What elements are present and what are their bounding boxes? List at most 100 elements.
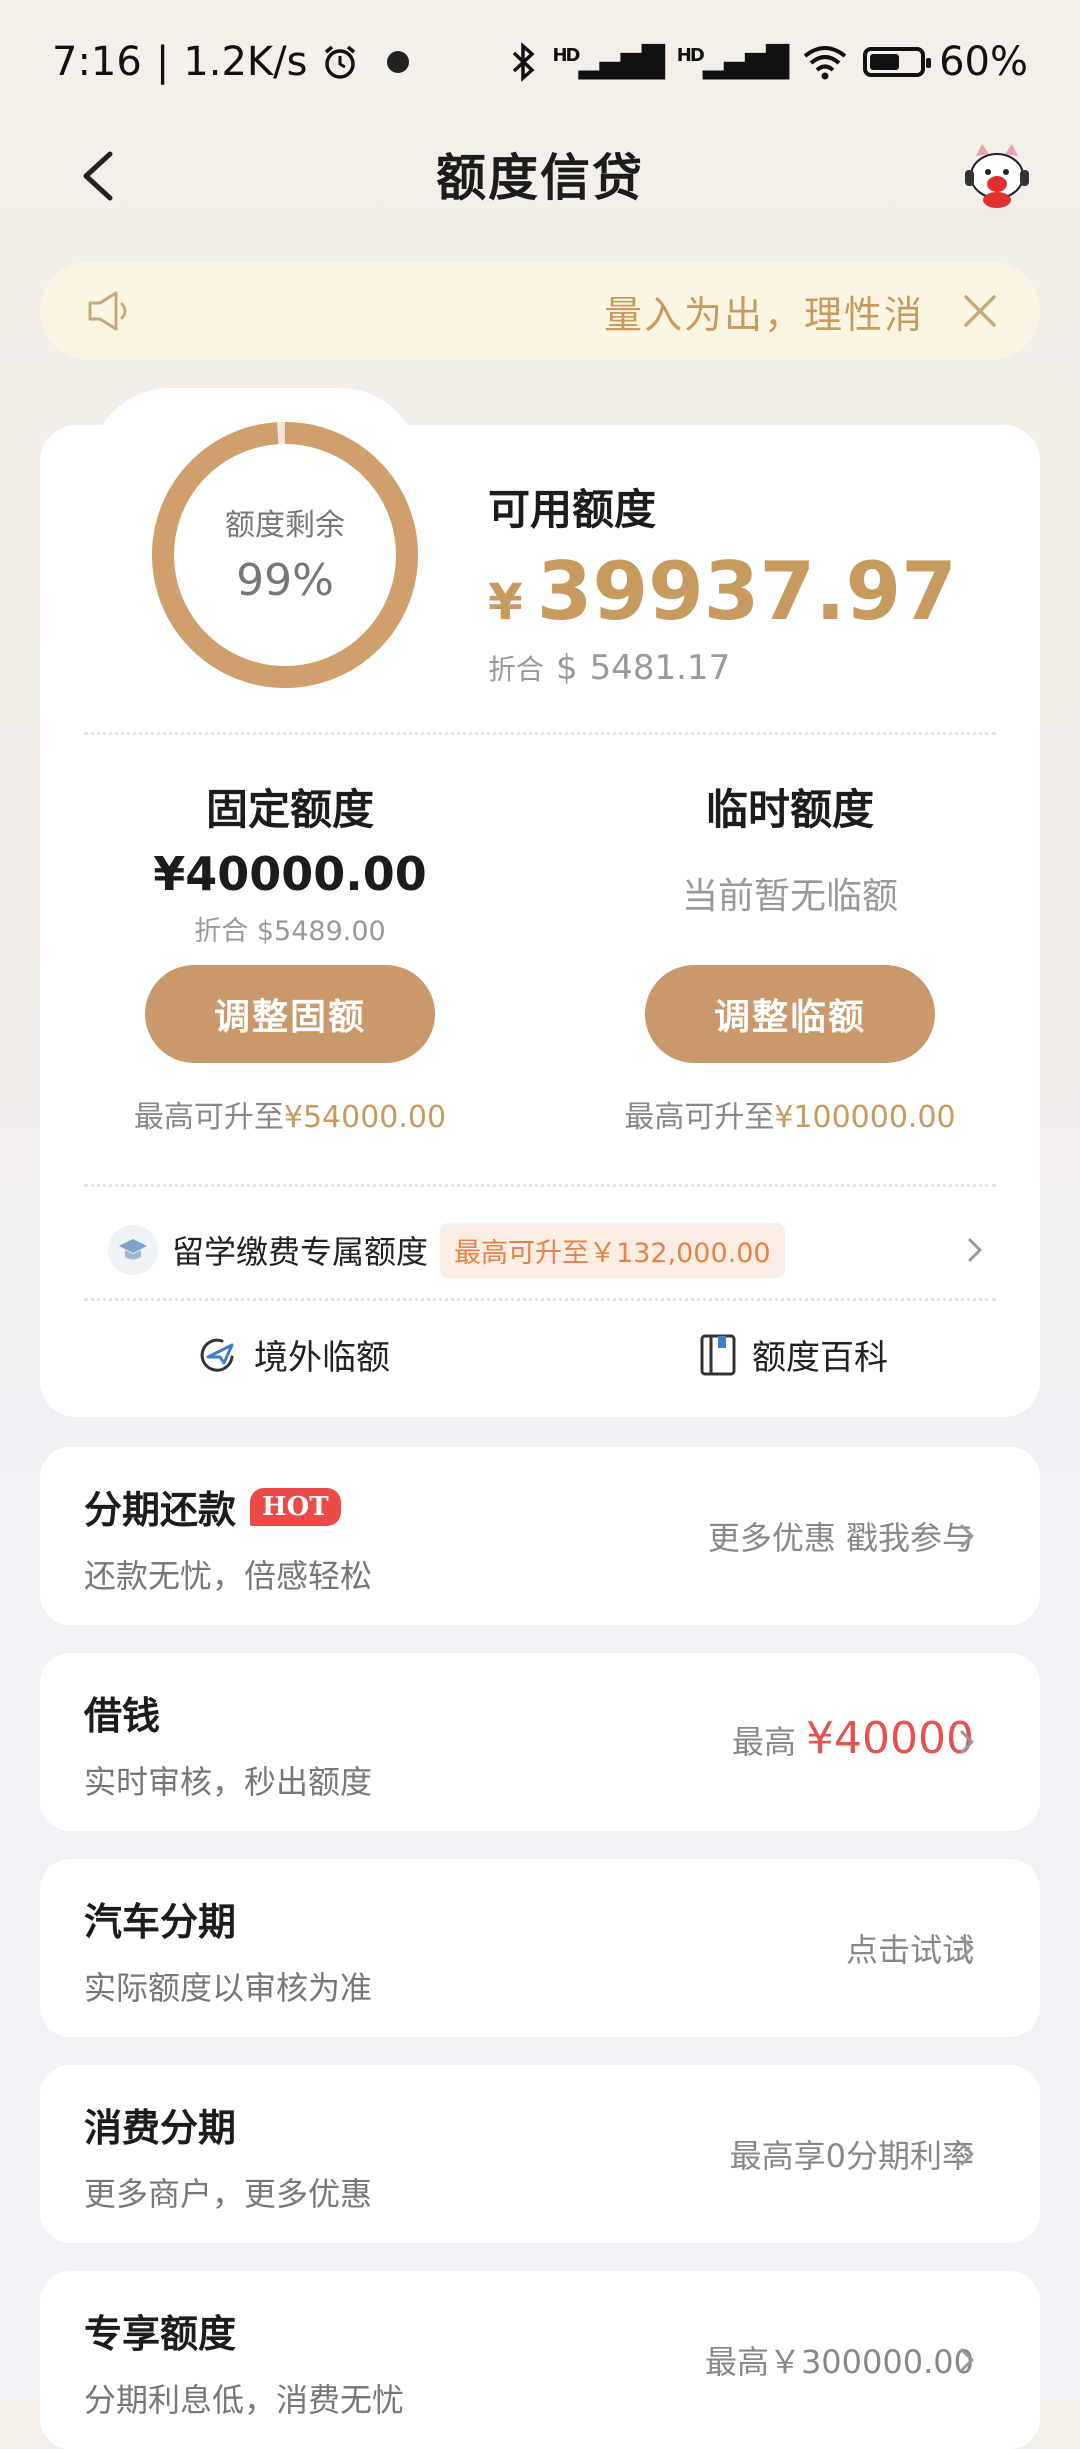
available-credit-title: 可用额度 — [488, 485, 657, 534]
list-item-right-prefix: 最高 — [732, 1723, 797, 1761]
list-item-right-text: 最高 ¥40000 — [732, 1713, 974, 1764]
list-item-title-text: 消费分期 — [84, 2106, 237, 2150]
list-item-right-text: 点击试试 — [846, 1925, 974, 1971]
temp-credit-title: 临时额度 — [705, 785, 874, 834]
available-converted: 折合 $ 5481.17 — [488, 648, 730, 688]
list-item-car-installment[interactable]: 汽车分期 实际额度以审核为准 点击试试 — [40, 1859, 1040, 2037]
signal-hd-label-1: HD — [552, 44, 580, 66]
list-item-subtitle: 实时审核，秒出额度 — [84, 1763, 373, 1801]
list-item-title-text: 分期还款 — [84, 1488, 237, 1532]
list-item-title: 消费分期 — [84, 2097, 236, 2152]
graduation-cap-icon — [108, 1225, 158, 1275]
nav-header: 额度信贷 — [0, 124, 1080, 224]
status-bar: 7:16 | 1.2K/s HD▂▄▆█ HD▂▄▆█ 60% — [0, 0, 1080, 124]
battery-level-fill — [870, 54, 899, 70]
signal-strength-icon-2: HD▂▄▆█ — [676, 44, 789, 80]
list-item-installment-repayment[interactable]: 分期还款 HOT 还款无忧，倍感轻松 更多优惠 戳我参与 — [40, 1447, 1040, 1625]
credit-wiki-link[interactable]: 额度百科 — [698, 1330, 888, 1379]
available-amount-value: 39937.97 — [536, 545, 957, 638]
list-item-right-label: 点击试试 — [845, 1931, 974, 1969]
list-item-subtitle: 实际额度以审核为准 — [84, 1969, 373, 2007]
status-left: 7:16 | 1.2K/s — [52, 39, 410, 85]
status-divider: | — [155, 39, 170, 85]
status-net-speed: 1.2K/s — [183, 39, 308, 85]
temp-max-prefix: 最高可升至 — [624, 1100, 775, 1135]
page-title: 额度信贷 — [436, 149, 644, 207]
overseas-temp-credit-label: 境外临额 — [254, 1338, 390, 1378]
list-item-title-text: 专享额度 — [84, 2312, 237, 2356]
book-icon — [700, 1334, 736, 1375]
list-item-title: 分期还款 HOT — [84, 1479, 341, 1534]
chevron-right-icon — [960, 1936, 974, 1960]
assistant-mascot-icon[interactable] — [962, 140, 1032, 210]
list-item-exclusive-credit[interactable]: 专享额度 分期利息低，消费无忧 最高￥300000.00 — [40, 2271, 1040, 2449]
converted-label: 折合 — [488, 653, 545, 686]
fixed-credit-amount: ¥40000.00 — [153, 847, 427, 901]
list-item-right-text: 最高享0分期利率 — [730, 2131, 974, 2177]
list-item-title: 汽车分期 — [84, 1891, 236, 1946]
temp-max-value: ¥100000.00 — [774, 1100, 956, 1135]
notification-dot-icon — [387, 51, 410, 73]
divider — [84, 1298, 996, 1301]
chevron-right-icon — [960, 2142, 974, 2166]
study-abroad-credit-row[interactable]: 留学缴费专属额度 最高可升至￥132,000.00 — [108, 1222, 988, 1278]
list-item-right-text: 更多优惠 戳我参与 — [708, 1513, 974, 1559]
status-right: HD▂▄▆█ HD▂▄▆█ 60% — [508, 39, 1028, 85]
adjust-fixed-credit-button[interactable]: 调整固额 — [145, 965, 435, 1063]
chevron-right-icon — [968, 1238, 982, 1262]
list-item-title: 借钱 — [84, 1685, 160, 1740]
alarm-icon — [325, 45, 356, 79]
list-item-subtitle: 还款无忧，倍感轻松 — [84, 1557, 373, 1595]
overseas-temp-credit-link[interactable]: 境外临额 — [196, 1330, 390, 1379]
list-item-borrow-money[interactable]: 借钱 实时审核，秒出额度 最高 ¥40000 — [40, 1653, 1040, 1831]
fixed-max-value: ¥54000.00 — [283, 1100, 447, 1135]
notice-banner: 量入为出，理性消 — [40, 262, 1040, 360]
list-item-title: 专享额度 — [84, 2303, 236, 2358]
list-item-right-label: 更多优惠 戳我参与 — [707, 1519, 974, 1557]
chevron-right-icon — [960, 1730, 974, 1754]
battery-icon — [863, 47, 932, 77]
available-credit-amount: ¥ 39937.97 — [488, 545, 957, 638]
divider — [84, 1184, 996, 1187]
list-item-consumer-installment[interactable]: 消费分期 更多商户，更多优惠 最高享0分期利率 — [40, 2065, 1040, 2243]
divider — [84, 732, 996, 735]
list-item-right-text: 最高￥300000.00 — [705, 2337, 974, 2383]
wifi-icon — [803, 46, 847, 80]
list-item-title-text: 汽车分期 — [84, 1900, 237, 1944]
status-time: 7:16 — [52, 39, 142, 85]
list-item-right-label: 最高￥300000.00 — [704, 2343, 974, 2381]
fixed-credit-title: 固定额度 — [205, 785, 374, 834]
converted-currency: $ — [556, 648, 578, 688]
credit-wiki-label: 额度百科 — [752, 1338, 888, 1378]
list-item-title-text: 借钱 — [84, 1694, 161, 1738]
fixed-max-line: 最高可升至¥54000.00 — [70, 1092, 510, 1136]
fixed-max-prefix: 最高可升至 — [133, 1100, 284, 1135]
chevron-right-icon — [960, 2348, 974, 2372]
battery-percent: 60% — [939, 39, 1028, 85]
list-item-subtitle: 更多商户，更多优惠 — [84, 2175, 373, 2213]
plane-globe-icon — [200, 1338, 234, 1372]
bluetooth-icon — [513, 42, 536, 82]
currency-symbol: ¥ — [488, 573, 523, 631]
ring-label: 额度剩余 — [225, 508, 345, 543]
list-item-subtitle: 分期利息低，消费无忧 — [84, 2381, 405, 2419]
hot-badge: HOT — [250, 1487, 341, 1526]
adjust-temp-credit-button[interactable]: 调整临额 — [645, 965, 935, 1063]
back-arrow-icon[interactable] — [70, 146, 130, 206]
speaker-icon — [88, 291, 127, 331]
chevron-right-icon — [960, 1524, 974, 1548]
ring-value: 99% — [236, 555, 334, 606]
close-icon[interactable] — [960, 291, 1000, 331]
converted-amount: 5481.17 — [589, 648, 731, 688]
temp-credit-empty: 当前暂无临额 — [681, 876, 898, 917]
study-abroad-max-tag: 最高可升至￥132,000.00 — [440, 1222, 785, 1278]
signal-strength-icon-1: HD▂▄▆█ — [552, 44, 664, 80]
fixed-credit-converted: 折合 $5489.00 — [194, 916, 386, 947]
credit-quick-links: 境外临额 额度百科 — [40, 1330, 1040, 1390]
fixed-credit-column: 固定额度 ¥40000.00 折合 $5489.00 — [80, 776, 500, 948]
temp-max-line: 最高可升至¥100000.00 — [570, 1092, 1010, 1136]
temp-credit-column: 临时额度 当前暂无临额 — [580, 776, 1000, 919]
signal-hd-label-2: HD — [676, 44, 705, 66]
list-item-right-label: 最高享0分期利率 — [729, 2137, 974, 2175]
study-abroad-label: 留学缴费专属额度 — [172, 1233, 429, 1271]
